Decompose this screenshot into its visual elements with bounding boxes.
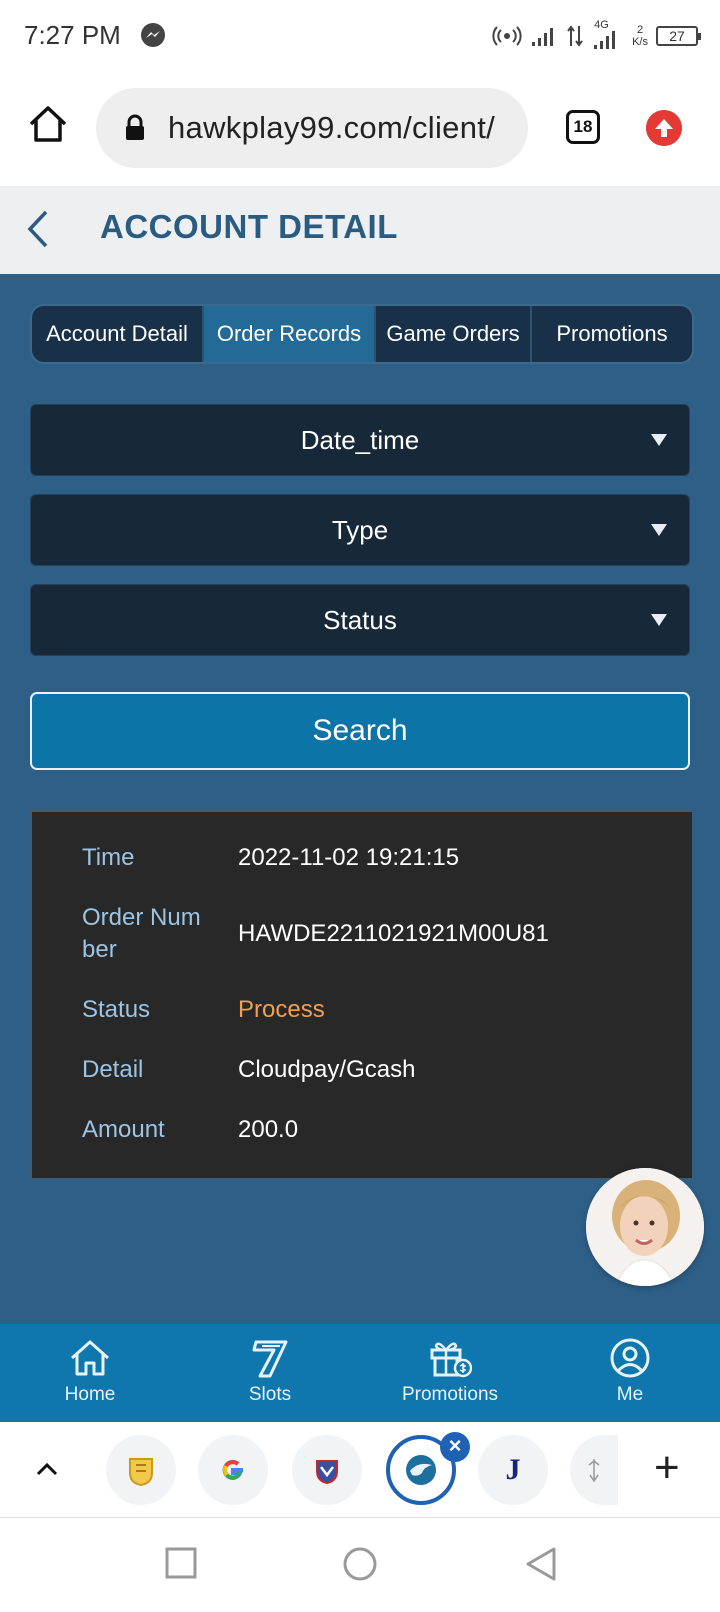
upload-arrow-icon[interactable]	[646, 110, 682, 146]
hotspot-icon	[492, 26, 522, 46]
net-speed: 2 K/s	[632, 24, 648, 48]
google-logo-icon	[222, 1459, 244, 1480]
chevron-down-icon	[651, 614, 667, 626]
back-triangle-icon[interactable]	[524, 1546, 558, 1582]
browser-tab-partial[interactable]	[570, 1435, 618, 1505]
detail-value: Cloudpay/Gcash	[238, 1056, 416, 1083]
tab-switcher-button[interactable]: 18	[566, 110, 600, 144]
tab-promotions[interactable]: Promotions	[532, 306, 692, 362]
status-select[interactable]: Status	[30, 584, 690, 656]
url-text: hawkplay99.com/client/	[168, 110, 496, 145]
user-icon	[610, 1338, 650, 1378]
status-label: Status	[82, 996, 151, 1023]
battery-level: 27	[669, 28, 685, 44]
search-button[interactable]: Search	[30, 692, 690, 770]
bottom-navigation: Home Slots Promotions Me	[0, 1324, 720, 1422]
figure-logo-icon	[588, 1459, 600, 1483]
nav-slots[interactable]: Slots	[180, 1324, 360, 1422]
signal-4g: 4G	[592, 19, 624, 51]
page-header: ACCOUNT DETAIL	[0, 186, 720, 274]
status-icons: 4G 2 K/s 27	[492, 18, 701, 54]
main-content: Account Detail Order Records Game Orders…	[0, 274, 720, 1324]
page-title: ACCOUNT DETAIL	[100, 208, 398, 245]
status-bar: 7:27 PM 4G 2 K/s 27	[0, 0, 720, 74]
nav-promotions-label: Promotions	[401, 1384, 499, 1405]
order-number-label: Order Num ber	[82, 902, 222, 966]
slots-icon	[252, 1340, 288, 1378]
amount-value: 200.0	[238, 1116, 299, 1143]
type-select-label: Type	[331, 514, 389, 545]
order-record-card: Time 2022-11-02 19:21:15 Order Num ber H…	[30, 810, 694, 1180]
speed-value: 2	[636, 24, 644, 36]
back-arrow-icon[interactable]	[24, 206, 54, 252]
system-navigation-bar	[0, 1518, 720, 1612]
messenger-icon	[141, 23, 165, 47]
browser-home-icon[interactable]	[26, 102, 70, 146]
recents-square-icon[interactable]	[164, 1546, 198, 1580]
browser-tab-shield[interactable]	[292, 1435, 362, 1505]
nav-slots-label: Slots	[248, 1384, 292, 1405]
tab-account-detail[interactable]: Account Detail	[32, 306, 204, 362]
nav-me[interactable]: Me	[540, 1324, 720, 1422]
home-icon	[71, 1340, 109, 1376]
date-time-select-label: Date_time	[300, 424, 420, 455]
browser-tab-strip: × J +	[0, 1422, 720, 1518]
tab-order-records[interactable]: Order Records	[204, 306, 376, 362]
tab-game-orders[interactable]: Game Orders	[376, 306, 532, 362]
browser-tab-google[interactable]	[198, 1435, 268, 1505]
amount-label: Amount	[82, 1116, 165, 1143]
nav-me-label: Me	[616, 1384, 644, 1405]
home-circle-icon[interactable]	[342, 1546, 378, 1582]
status-value: Process	[238, 996, 325, 1023]
chevron-up-icon[interactable]	[34, 1456, 60, 1482]
speed-unit: K/s	[632, 36, 648, 48]
status-time: 7:27 PM	[24, 20, 121, 50]
time-label: Time	[82, 844, 135, 871]
order-number-value: HAWDE2211021921M00U81	[238, 920, 549, 947]
browser-toolbar: hawkplay99.com/client/ 18	[0, 74, 720, 186]
browser-tab-j[interactable]: J	[478, 1435, 548, 1505]
browser-tab-crest[interactable]	[106, 1435, 176, 1505]
shield-logo-icon	[316, 1460, 338, 1485]
detail-label: Detail	[82, 1056, 144, 1083]
address-bar[interactable]: hawkplay99.com/client/	[96, 88, 528, 168]
status-select-label: Status	[323, 604, 397, 635]
signal-icon	[532, 28, 554, 46]
customer-service-avatar[interactable]	[586, 1168, 704, 1286]
time-value: 2022-11-02 19:21:15	[238, 844, 460, 871]
battery-indicator: 27	[656, 26, 701, 46]
order-number-label-line1: Order Num	[82, 904, 201, 931]
lock-icon	[126, 114, 144, 140]
close-tab-icon[interactable]: ×	[440, 1432, 470, 1462]
tab-j-letter: J	[505, 1453, 521, 1486]
nav-home-label: Home	[64, 1384, 116, 1405]
gift-icon	[430, 1342, 472, 1378]
record-tabs: Account Detail Order Records Game Orders…	[30, 304, 694, 364]
nav-promotions[interactable]: Promotions	[360, 1324, 540, 1422]
chevron-down-icon	[651, 434, 667, 446]
signal-icon-2	[594, 31, 616, 49]
data-arrows-icon	[567, 25, 583, 47]
date-time-select[interactable]: Date_time	[30, 404, 690, 476]
type-select[interactable]: Type	[30, 494, 690, 566]
hawk-logo-icon	[406, 1455, 436, 1485]
crest-logo-icon	[129, 1458, 153, 1487]
nav-home[interactable]: Home	[0, 1324, 180, 1422]
chevron-down-icon	[651, 524, 667, 536]
new-tab-plus-icon[interactable]: +	[654, 1446, 680, 1490]
avatar-face-icon	[586, 1168, 704, 1286]
order-number-label-line2: ber	[82, 936, 117, 963]
